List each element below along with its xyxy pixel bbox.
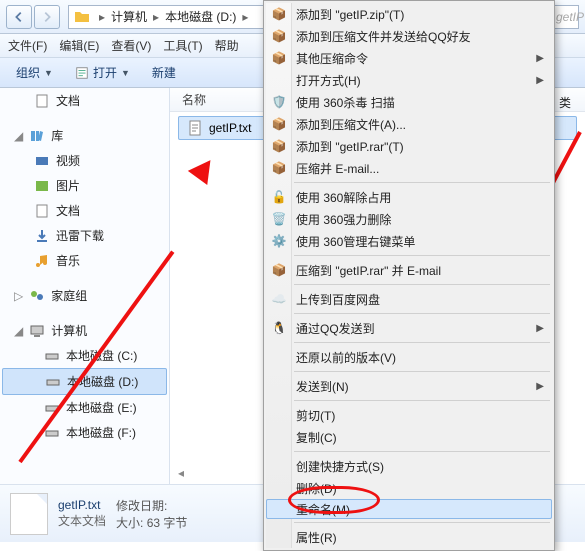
library-icon xyxy=(29,128,45,144)
sidebar-item-music[interactable]: 音乐 xyxy=(0,248,169,273)
submenu-arrow-icon: ▶ xyxy=(536,53,544,64)
menu-file[interactable]: 文件(F) xyxy=(8,37,47,54)
menu-help[interactable]: 帮助 xyxy=(215,37,239,54)
ctx-qq-send[interactable]: 🐧通过QQ发送到▶ xyxy=(266,317,552,339)
ctx-open-with[interactable]: 打开方式(H)▶ xyxy=(266,69,552,91)
pictures-icon xyxy=(34,178,50,194)
ctx-cut[interactable]: 剪切(T) xyxy=(266,404,552,426)
ctx-add-archive[interactable]: 📦添加到压缩文件(A)... xyxy=(266,113,552,135)
sidebar-item-computer[interactable]: ◢计算机 xyxy=(0,318,169,343)
submenu-arrow-icon: ▶ xyxy=(536,75,544,86)
computer-icon xyxy=(29,323,45,339)
submenu-arrow-icon: ▶ xyxy=(536,381,544,392)
winrar-icon: 📦 xyxy=(270,49,288,67)
winrar-icon: 📦 xyxy=(270,5,288,23)
expand-icon: ◢ xyxy=(14,129,23,143)
sidebar-item-docs2[interactable]: 文档 xyxy=(0,198,169,223)
shield-icon: 🛡️ xyxy=(270,93,288,111)
gear-icon: ⚙️ xyxy=(270,232,288,250)
sidebar-item-xunlei[interactable]: 迅雷下载 xyxy=(0,223,169,248)
ctx-360-manage[interactable]: ⚙️使用 360管理右键菜单 xyxy=(266,230,552,252)
chevron-right-icon: ▸ xyxy=(238,10,252,24)
nav-forward-button[interactable] xyxy=(34,5,60,29)
ctx-create-shortcut[interactable]: 创建快捷方式(S) xyxy=(266,455,552,477)
open-button[interactable]: 打开▼ xyxy=(67,61,138,84)
sidebar-item-drive-f[interactable]: 本地磁盘 (F:) xyxy=(0,420,169,445)
chevron-right-icon: ▸ xyxy=(149,10,163,24)
size-value: 63 字节 xyxy=(147,516,188,530)
menu-edit[interactable]: 编辑(E) xyxy=(59,37,99,54)
ctx-compress-email[interactable]: 📦压缩并 E-mail... xyxy=(266,157,552,179)
drive-icon xyxy=(44,348,60,364)
ctx-baidu-upload[interactable]: ☁️上传到百度网盘 xyxy=(266,288,552,310)
ctx-360-unlock[interactable]: 🔓使用 360解除占用 xyxy=(266,186,552,208)
sidebar-item-drive-c[interactable]: 本地磁盘 (C:) xyxy=(0,343,169,368)
ctx-add-zip[interactable]: 📦添加到 "getIP.zip"(T) xyxy=(266,3,552,25)
winrar-icon: 📦 xyxy=(270,261,288,279)
winrar-icon: 📦 xyxy=(270,27,288,45)
download-icon xyxy=(34,228,50,244)
ctx-rename[interactable]: 重命名(M) xyxy=(266,499,552,519)
menu-tools[interactable]: 工具(T) xyxy=(163,37,202,54)
scroll-left-icon[interactable]: ◂ xyxy=(178,466,184,480)
expand-icon: ◢ xyxy=(14,324,23,338)
winrar-icon: 📦 xyxy=(270,137,288,155)
homegroup-icon xyxy=(29,288,45,304)
crumb-drive-d[interactable]: 本地磁盘 (D:) xyxy=(163,8,238,25)
mod-date-label: 修改日期: xyxy=(116,499,167,513)
ctx-send-to[interactable]: 发送到(N)▶ xyxy=(266,375,552,397)
ctx-360-delete[interactable]: 🗑️使用 360强力删除 xyxy=(266,208,552,230)
size-label: 大小: xyxy=(116,516,143,530)
ctx-restore-version[interactable]: 还原以前的版本(V) xyxy=(266,346,552,368)
text-file-icon xyxy=(187,120,203,136)
delete-icon: 🗑️ xyxy=(270,210,288,228)
ctx-copy[interactable]: 复制(C) xyxy=(266,426,552,448)
unlock-icon: 🔓 xyxy=(270,188,288,206)
winrar-icon: 📦 xyxy=(270,115,288,133)
drive-icon xyxy=(45,374,61,390)
folder-icon xyxy=(73,8,91,26)
ctx-rar-email[interactable]: 📦压缩到 "getIP.rar" 并 E-mail xyxy=(266,259,552,281)
ctx-compress-qq[interactable]: 📦添加到压缩文件并发送给QQ好友 xyxy=(266,25,552,47)
cloud-icon: ☁️ xyxy=(270,290,288,308)
menu-view[interactable]: 查看(V) xyxy=(111,37,151,54)
chevron-right-icon: ▸ xyxy=(95,10,109,24)
new-button[interactable]: 新建 xyxy=(144,61,184,84)
video-icon xyxy=(34,153,50,169)
sidebar-item-video[interactable]: 视频 xyxy=(0,148,169,173)
details-filetype: 文本文档 xyxy=(58,512,106,529)
sidebar-item-library[interactable]: ◢库 xyxy=(0,123,169,148)
context-menu: 📦添加到 "getIP.zip"(T) 📦添加到压缩文件并发送给QQ好友 📦其他… xyxy=(263,0,555,551)
expand-icon: ▷ xyxy=(14,289,23,303)
file-name-label: getIP.txt xyxy=(209,121,251,135)
chevron-down-icon: ▼ xyxy=(121,68,130,78)
winrar-icon: 📦 xyxy=(270,159,288,177)
document-icon xyxy=(34,203,50,219)
music-icon xyxy=(34,253,50,269)
sidebar-item-docs[interactable]: 文档 xyxy=(0,88,169,113)
document-icon xyxy=(34,93,50,109)
sidebar-item-drive-e[interactable]: 本地磁盘 (E:) xyxy=(0,395,169,420)
search-fragment: getIP xyxy=(551,5,579,29)
ctx-delete[interactable]: 删除(D) xyxy=(266,477,552,499)
chevron-down-icon: ▼ xyxy=(44,68,53,78)
notepad-icon xyxy=(75,66,89,80)
ctx-360-scan[interactable]: 🛡️使用 360杀毒 扫描 xyxy=(266,91,552,113)
sidebar-item-pictures[interactable]: 图片 xyxy=(0,173,169,198)
organize-button[interactable]: 组织▼ xyxy=(8,61,61,84)
details-filename: getIP.txt xyxy=(58,498,106,512)
qq-icon: 🐧 xyxy=(270,319,288,337)
ctx-other-compress[interactable]: 📦其他压缩命令▶ xyxy=(266,47,552,69)
submenu-arrow-icon: ▶ xyxy=(536,323,544,334)
ctx-add-rar[interactable]: 📦添加到 "getIP.rar"(T) xyxy=(266,135,552,157)
file-type-icon xyxy=(10,493,48,535)
ctx-properties[interactable]: 属性(R) xyxy=(266,526,552,548)
nav-back-button[interactable] xyxy=(6,5,32,29)
crumb-computer[interactable]: 计算机 xyxy=(109,8,149,25)
